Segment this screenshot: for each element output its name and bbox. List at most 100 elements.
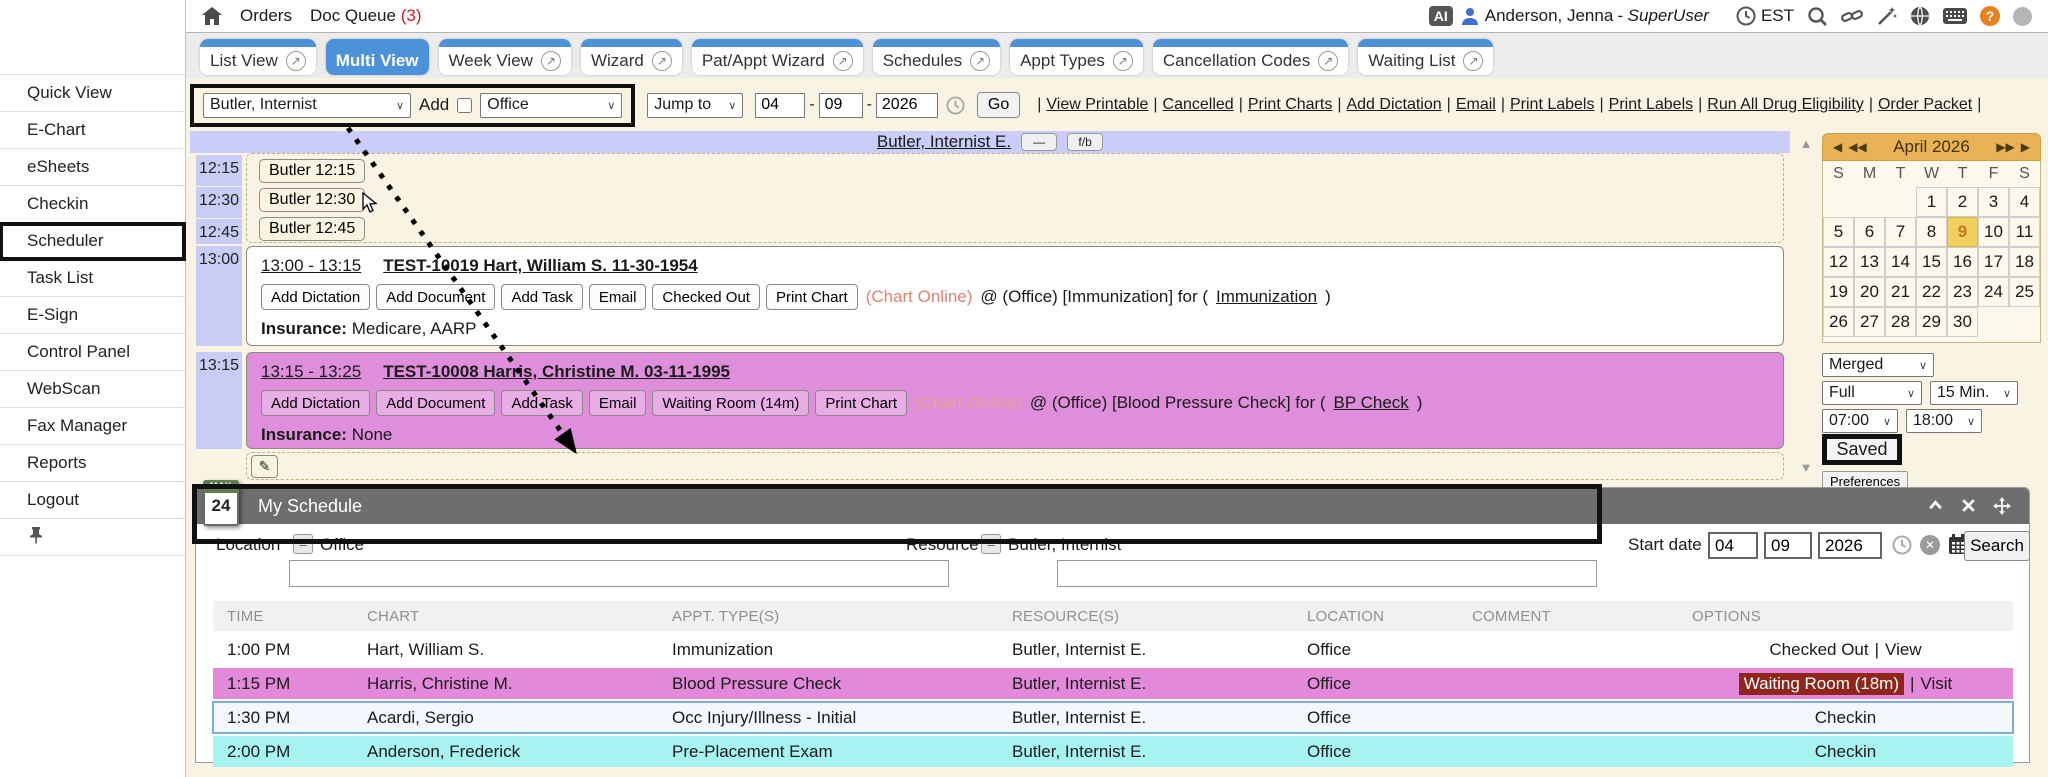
table-row[interactable]: 1:00 PM Hart, William S. Immunization Bu… bbox=[213, 634, 2013, 665]
wand-icon[interactable] bbox=[1876, 6, 1897, 27]
appointment-block[interactable]: 13:15 - 13:25 TEST-10008 Harris, Christi… bbox=[246, 352, 1784, 449]
checked-out-link[interactable]: Checked Out bbox=[1769, 640, 1868, 660]
open-in-new-icon[interactable]: ↗ bbox=[1463, 51, 1483, 71]
appointment-action-button[interactable]: Print Chart bbox=[815, 390, 907, 416]
appointment-action-button[interactable]: Checked Out bbox=[652, 284, 760, 310]
calendar-day[interactable]: 17 bbox=[1978, 247, 2009, 277]
appt-type-link[interactable]: Immunization bbox=[1216, 287, 1317, 307]
table-header-cell[interactable]: CHART bbox=[353, 608, 658, 625]
nav-doc-queue[interactable]: Doc Queue (3) bbox=[310, 6, 422, 26]
sidebar-item[interactable]: Task List bbox=[0, 260, 185, 297]
fb-button[interactable]: f/b bbox=[1067, 133, 1103, 151]
calendar-day[interactable]: 27 bbox=[1854, 307, 1885, 337]
clock-icon[interactable] bbox=[1736, 6, 1756, 26]
keyboard-icon[interactable] bbox=[1943, 8, 1967, 24]
calendar-day[interactable]: 7 bbox=[1885, 217, 1916, 247]
tab[interactable]: Appt Types ↗ bbox=[1010, 39, 1143, 75]
table-header-cell[interactable]: OPTIONS bbox=[1678, 608, 2013, 625]
toolbar-link[interactable]: Run All Drug Eligibility bbox=[1707, 96, 1864, 113]
sidebar-item[interactable]: Checkin bbox=[0, 186, 185, 223]
help-icon[interactable]: ? bbox=[1980, 6, 2000, 26]
start-month-input[interactable] bbox=[1708, 532, 1758, 559]
open-in-new-icon[interactable]: ↗ bbox=[833, 51, 853, 71]
visit-link[interactable]: Visit bbox=[1920, 674, 1952, 694]
appointment-action-button[interactable]: Add Document bbox=[376, 390, 495, 416]
interval-select[interactable]: 15 Min.∨ bbox=[1930, 381, 2018, 405]
table-row[interactable]: 1:30 PM Acardi, Sergio Occ Injury/Illnes… bbox=[213, 702, 2013, 733]
sidebar-item[interactable]: Fax Manager bbox=[0, 408, 185, 445]
appointment-action-button[interactable]: Print Chart bbox=[766, 284, 858, 310]
provider-column-link[interactable]: Butler, Internist E. bbox=[877, 132, 1011, 152]
calendar-day[interactable]: 5 bbox=[1823, 217, 1854, 247]
nav-orders[interactable]: Orders bbox=[240, 6, 292, 26]
start-day-input[interactable] bbox=[1764, 532, 1812, 559]
calendar-day[interactable]: 19 bbox=[1823, 277, 1854, 307]
calendar-day[interactable]: 14 bbox=[1885, 247, 1916, 277]
appointment-action-button[interactable]: Add Dictation bbox=[261, 284, 370, 310]
calendar-next-icon[interactable]: ▶ bbox=[2021, 140, 2030, 154]
toolbar-link[interactable]: Email bbox=[1456, 96, 1496, 113]
calendar-day[interactable]: 26 bbox=[1823, 307, 1854, 337]
appointment-action-button[interactable]: Add Task bbox=[501, 284, 582, 310]
sidebar-item[interactable]: E-Sign bbox=[0, 297, 185, 334]
start-time-select[interactable]: 07:00∨ bbox=[1822, 409, 1898, 433]
calendar-next-fast-icon[interactable]: ▶▶ bbox=[1996, 140, 2014, 154]
open-in-new-icon[interactable]: ↗ bbox=[541, 51, 561, 71]
start-year-input[interactable] bbox=[1818, 532, 1882, 559]
merge-select[interactable]: Merged∨ bbox=[1822, 353, 1934, 377]
waiting-room-badge[interactable]: Waiting Room (18m) bbox=[1739, 673, 1904, 695]
calendar-day[interactable]: 25 bbox=[2009, 277, 2040, 307]
appointment-time-link[interactable]: 13:00 - 13:15 bbox=[261, 256, 361, 276]
link-icon[interactable] bbox=[1841, 6, 1863, 26]
move-icon[interactable] bbox=[1993, 497, 2011, 515]
open-slot-button[interactable]: Butler 12:15 bbox=[259, 159, 365, 183]
appointment-block[interactable]: 13:00 - 13:15 TEST-10019 Hart, William S… bbox=[246, 246, 1784, 346]
appointment-time-link[interactable]: 13:15 - 13:25 bbox=[261, 362, 361, 382]
calendar-day[interactable]: 24 bbox=[1978, 277, 2009, 307]
collapse-column-button[interactable]: — bbox=[1021, 133, 1057, 151]
search-button[interactable]: Search bbox=[1964, 531, 2030, 561]
scroll-down-icon[interactable]: ▼ bbox=[1794, 460, 1818, 475]
table-row[interactable]: 1:15 PM Harris, Christine M. Blood Press… bbox=[213, 668, 2013, 699]
resource-filter-input[interactable] bbox=[1057, 560, 1597, 587]
view-link[interactable]: View bbox=[1885, 640, 1922, 660]
tab[interactable]: Week View ↗ bbox=[439, 39, 571, 75]
clock-icon[interactable] bbox=[1892, 535, 1912, 555]
calendar-day[interactable]: 9 bbox=[1947, 217, 1978, 247]
provider-select[interactable]: Butler, Internist∨ bbox=[203, 93, 411, 118]
tab[interactable]: Schedules ↗ bbox=[873, 39, 1000, 75]
patient-link[interactable]: TEST-10008 Harris, Christine M. 03-11-19… bbox=[383, 362, 730, 382]
location-filter-input[interactable] bbox=[289, 560, 949, 587]
calendar-prev-fast-icon[interactable]: ◀◀ bbox=[1848, 140, 1866, 154]
open-slot-button[interactable]: Butler 12:45 bbox=[259, 217, 365, 241]
toolbar-link[interactable]: Print Labels bbox=[1609, 96, 1694, 113]
calendar-day[interactable]: 18 bbox=[2009, 247, 2040, 277]
tab[interactable]: List View ↗ bbox=[200, 39, 316, 75]
calendar-day[interactable]: 16 bbox=[1947, 247, 1978, 277]
open-in-new-icon[interactable]: ↗ bbox=[652, 51, 672, 71]
calendar-day[interactable] bbox=[1885, 187, 1916, 217]
table-header-cell[interactable]: RESOURCE(S) bbox=[998, 608, 1293, 625]
patient-link[interactable]: TEST-10019 Hart, William S. 11-30-1954 bbox=[383, 256, 698, 276]
table-header-cell[interactable]: TIME bbox=[213, 608, 353, 625]
toolbar-link[interactable]: Add Dictation bbox=[1346, 96, 1441, 113]
calendar-day[interactable]: 22 bbox=[1916, 277, 1947, 307]
remove-location-button[interactable]: – bbox=[293, 534, 313, 554]
calendar-day[interactable]: 12 bbox=[1823, 247, 1854, 277]
calendar-day[interactable]: 2 bbox=[1947, 187, 1978, 217]
user-name[interactable]: Anderson, Jenna bbox=[1485, 6, 1614, 26]
edit-slot-button[interactable]: ✎ bbox=[251, 455, 278, 478]
day-input[interactable] bbox=[819, 93, 863, 118]
open-slot-button[interactable]: Butler 12:30 bbox=[259, 188, 365, 212]
toolbar-link[interactable]: Cancelled bbox=[1163, 96, 1234, 113]
ai-badge[interactable]: AI bbox=[1429, 6, 1453, 26]
calendar-day[interactable]: 28 bbox=[1885, 307, 1916, 337]
checkin-link[interactable]: Checkin bbox=[1815, 708, 1876, 728]
calendar-day[interactable]: 1 bbox=[1916, 187, 1947, 217]
appointment-action-button[interactable]: Email bbox=[589, 284, 647, 310]
tab[interactable]: Wizard ↗ bbox=[581, 39, 682, 75]
location-select[interactable]: Office∨ bbox=[480, 93, 622, 118]
calendar-day[interactable]: 13 bbox=[1854, 247, 1885, 277]
table-header-cell[interactable]: COMMENT bbox=[1458, 608, 1678, 625]
scroll-up-icon[interactable]: ▲ bbox=[1794, 136, 1818, 151]
